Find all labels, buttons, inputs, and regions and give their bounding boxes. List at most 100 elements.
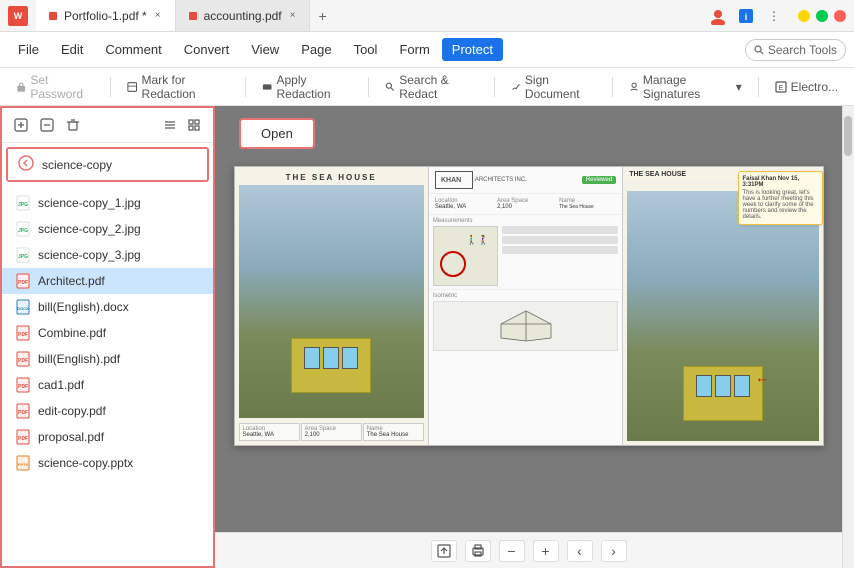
set-password-button[interactable]: Set Password [8, 69, 102, 105]
search-tools[interactable]: Search Tools [745, 39, 846, 61]
pdf-view-area: Open THE SEA HOUSE [215, 106, 842, 532]
page3-windows [684, 367, 762, 405]
file-item-10[interactable]: PPTX science-copy.pptx [2, 450, 213, 476]
user-icon[interactable] [706, 4, 730, 28]
file-list: JPG science-copy_1.jpg JPG science-copy_… [2, 186, 213, 480]
zoom-in-button[interactable]: + [533, 540, 559, 562]
jpg-icon-1: JPG [16, 221, 30, 237]
sidebar-list-view-button[interactable] [159, 114, 181, 136]
isometric-svg [496, 306, 556, 346]
minimize-button[interactable] [798, 10, 810, 22]
print-button[interactable] [465, 540, 491, 562]
maximize-button[interactable] [816, 10, 828, 22]
lock-icon [16, 81, 26, 93]
pdf-page-3: THE SEA HOUSE Faisal Khan Nov 15, 3:31PM… [623, 167, 822, 445]
titlebar: W Portfolio-1.pdf * × accounting.pdf × +… [0, 0, 854, 32]
menu-tool[interactable]: Tool [344, 38, 388, 61]
file-item-2[interactable]: JPG science-copy_3.jpg [2, 242, 213, 268]
svg-text:PDF: PDF [18, 436, 28, 442]
search-redact-label: Search & Redact [399, 73, 477, 101]
more-options-icon[interactable]: ⋮ [762, 4, 786, 28]
svg-text:PDF: PDF [18, 410, 28, 416]
scrollbar-thumb[interactable] [844, 116, 852, 156]
file-item-label-5: Combine.pdf [38, 326, 106, 340]
file-item-9[interactable]: PDF proposal.pdf [2, 424, 213, 450]
arrow-annotation: ↓ [755, 377, 771, 384]
zoom-in-icon: + [541, 543, 549, 559]
file-item-label-3: Architect.pdf [38, 274, 105, 288]
sidebar-delete-button[interactable] [62, 114, 84, 136]
next-page-button[interactable]: › [601, 540, 627, 562]
sign-document-button[interactable]: Sign Document [503, 69, 604, 105]
pdf-icon-7: PDF [16, 377, 30, 393]
tab-portfolio-close[interactable]: × [153, 9, 163, 22]
add-tab-button[interactable]: + [310, 8, 334, 24]
svg-text:JPG: JPG [18, 202, 28, 208]
file-item-5[interactable]: PDF Combine.pdf [2, 320, 213, 346]
page2-loc-val: Seattle, WA [435, 204, 492, 210]
sidebar-edit-button[interactable] [36, 114, 58, 136]
file-item-3[interactable]: PDF Architect.pdf [2, 268, 213, 294]
svg-text:PDF: PDF [18, 332, 28, 338]
svg-text:i: i [745, 12, 748, 22]
tab-portfolio-label: Portfolio-1.pdf * [64, 9, 147, 23]
zoom-out-button[interactable]: − [499, 540, 525, 562]
sidebar-add-button[interactable] [10, 114, 32, 136]
pdf-icon-9: PDF [16, 429, 30, 445]
file-item-label-7: cad1.pdf [38, 378, 84, 392]
notification-icon[interactable]: i [734, 4, 758, 28]
toolbar-separator-2 [245, 77, 246, 97]
scrollbar[interactable] [842, 106, 854, 568]
open-button[interactable]: Open [239, 118, 315, 149]
menu-page[interactable]: Page [291, 38, 341, 61]
svg-text:W: W [14, 11, 23, 21]
menu-convert[interactable]: Convert [174, 38, 240, 61]
svg-text:DOCX: DOCX [17, 306, 29, 311]
export-button[interactable] [431, 540, 457, 562]
tab-portfolio[interactable]: Portfolio-1.pdf * × [36, 0, 176, 31]
menu-comment[interactable]: Comment [95, 38, 171, 61]
tab-accounting[interactable]: accounting.pdf × [176, 0, 311, 31]
zoom-out-icon: − [507, 543, 515, 559]
file-item-1[interactable]: JPG science-copy_2.jpg [2, 216, 213, 242]
close-button[interactable] [834, 10, 846, 22]
svg-text:PDF: PDF [18, 280, 28, 286]
svg-text:JPG: JPG [18, 228, 28, 234]
app-container: W Portfolio-1.pdf * × accounting.pdf × +… [0, 0, 854, 568]
menu-form[interactable]: Form [389, 38, 439, 61]
page2-header: KHAN ARCHITECTS INC. Reviewed [429, 167, 622, 194]
search-redact-button[interactable]: Search & Redact [377, 69, 486, 105]
sidebar-grid-view-button[interactable] [183, 114, 205, 136]
apply-redaction-button[interactable]: Apply Redaction [254, 69, 360, 105]
measurements-label: Measurements [433, 218, 618, 224]
page1-building [291, 338, 371, 393]
file-item-4[interactable]: DOCX bill(English).docx [2, 294, 213, 320]
menu-file[interactable]: File [8, 38, 49, 61]
file-item-7[interactable]: PDF cad1.pdf [2, 372, 213, 398]
main-content: science-copy JPG science-copy_1.jpg JPG [0, 106, 854, 568]
file-item-label-0: science-copy_1.jpg [38, 196, 141, 210]
menu-edit[interactable]: Edit [51, 38, 93, 61]
menu-protect[interactable]: Protect [442, 38, 503, 61]
window-controls [798, 10, 846, 22]
prev-page-button[interactable]: ‹ [567, 540, 593, 562]
isometric-label: Isometric [433, 293, 618, 299]
pdf-icon-6: PDF [16, 351, 30, 367]
mark-redaction-button[interactable]: Mark for Redaction [119, 69, 237, 105]
signature-icon [629, 81, 639, 93]
window-1 [304, 347, 320, 369]
toolbar-separator-3 [368, 77, 369, 97]
sidebar-folder[interactable]: science-copy [6, 147, 209, 182]
file-item-8[interactable]: PDF edit-copy.pdf [2, 398, 213, 424]
file-item-6[interactable]: PDF bill(English).pdf [2, 346, 213, 372]
pdf-page-1: THE SEA HOUSE [235, 167, 429, 445]
manage-signatures-button[interactable]: Manage Signatures ▾ [621, 69, 750, 105]
file-item-0[interactable]: JPG science-copy_1.jpg [2, 190, 213, 216]
set-password-label: Set Password [30, 73, 94, 101]
menu-view[interactable]: View [241, 38, 289, 61]
tab-accounting-close[interactable]: × [288, 9, 298, 22]
measurement-data [502, 226, 618, 286]
electro-button[interactable]: E Electro... [767, 76, 846, 98]
window-2 [323, 347, 339, 369]
toolbar-separator-4 [494, 77, 495, 97]
